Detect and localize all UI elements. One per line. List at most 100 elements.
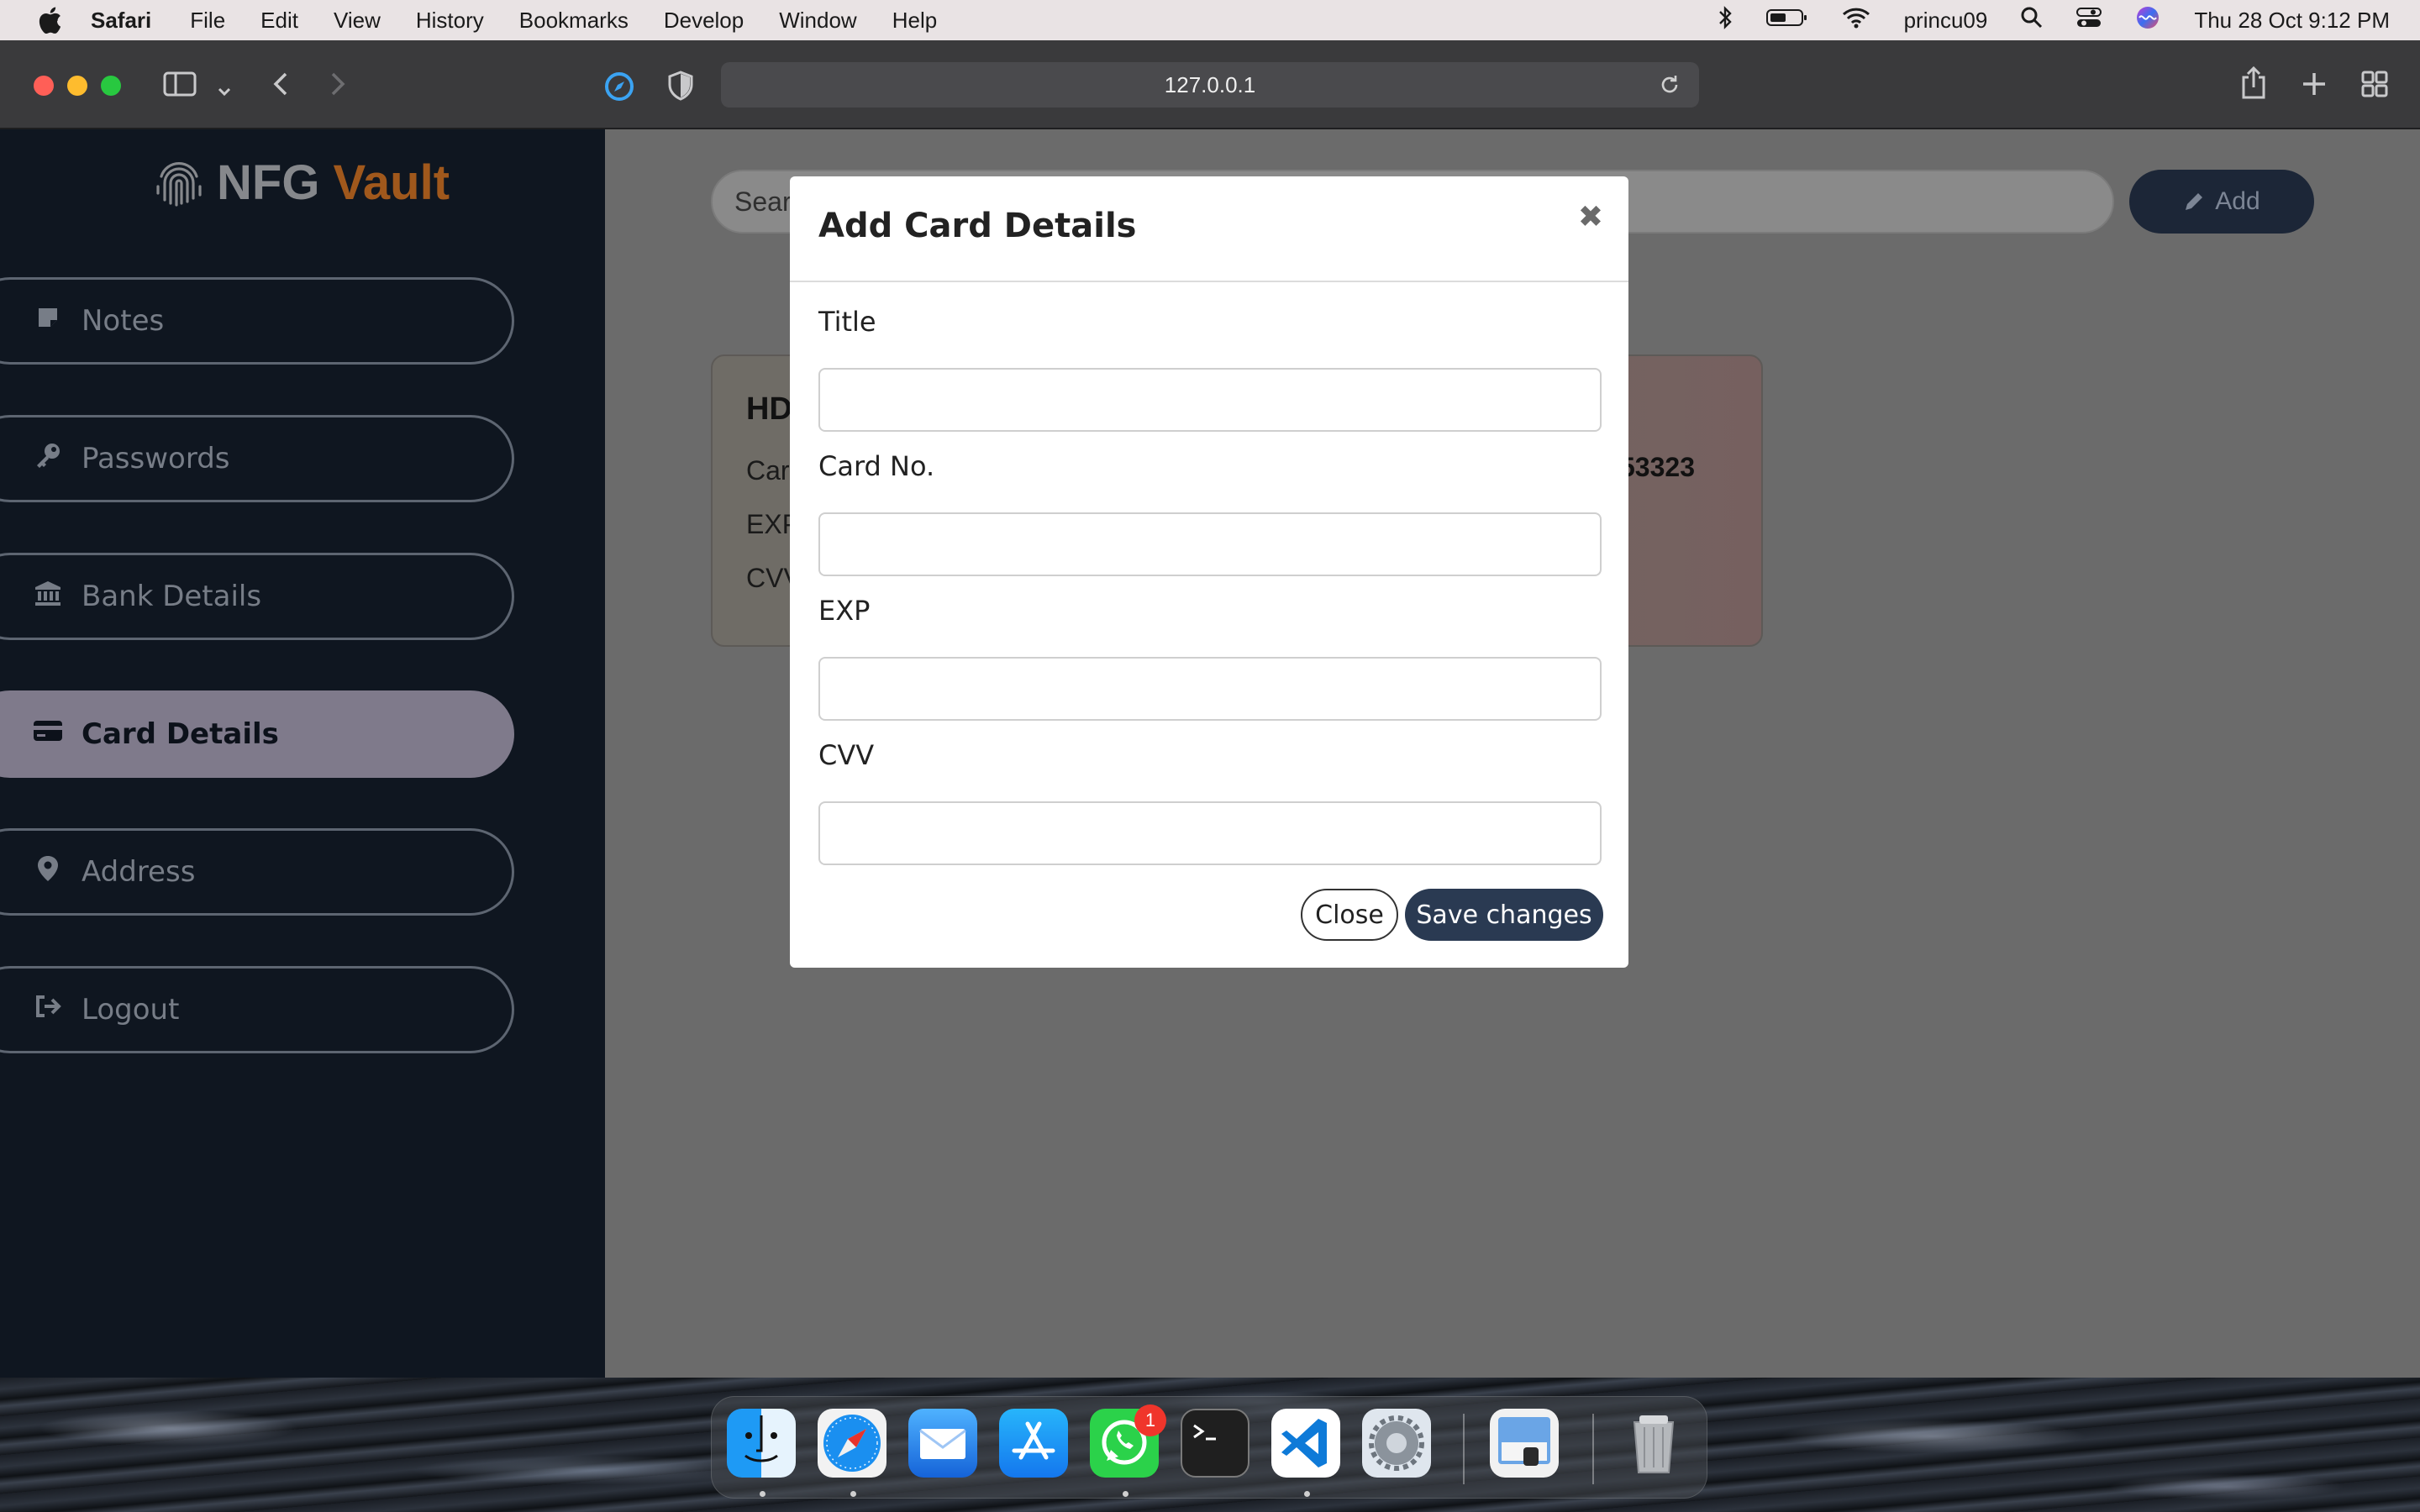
- dock-trash-icon[interactable]: [1619, 1409, 1688, 1478]
- new-tab-icon[interactable]: [2301, 71, 2328, 102]
- brand-logo[interactable]: NFG Vault: [155, 155, 450, 210]
- forward-icon[interactable]: [326, 71, 350, 102]
- sidebar-item-logout[interactable]: Logout: [0, 966, 514, 1053]
- address-bar[interactable]: 127.0.0.1: [721, 62, 1699, 108]
- dock-running-indicator: [850, 1491, 856, 1497]
- cvv-input[interactable]: [818, 801, 1602, 865]
- cvv-label: CVV: [818, 739, 875, 771]
- menu-help[interactable]: Help: [892, 8, 937, 34]
- menu-app-name[interactable]: Safari: [91, 8, 151, 34]
- menu-window[interactable]: Window: [779, 8, 856, 34]
- menu-bookmarks[interactable]: Bookmarks: [519, 8, 629, 34]
- window-close-button[interactable]: [34, 76, 54, 96]
- sidebar-item-passwords[interactable]: Passwords: [0, 415, 514, 502]
- dock-system-preferences-icon[interactable]: [1362, 1409, 1431, 1478]
- exp-input[interactable]: [818, 657, 1602, 721]
- close-button-label: Close: [1315, 900, 1384, 930]
- add-button-label: Add: [2215, 187, 2260, 215]
- window-maximize-button[interactable]: [101, 76, 121, 96]
- sidebar-item-label: Address: [82, 855, 196, 889]
- apple-logo-icon[interactable]: [37, 7, 62, 34]
- sidebar-toggle-icon[interactable]: [163, 71, 197, 102]
- close-icon[interactable]: ✖: [1578, 200, 1603, 234]
- save-changes-button[interactable]: Save changes: [1405, 889, 1603, 941]
- menu-file[interactable]: File: [190, 8, 225, 34]
- sidebar-item-label: Passwords: [82, 442, 230, 475]
- compass-icon[interactable]: [603, 71, 635, 108]
- dock-safari-icon[interactable]: [818, 1409, 886, 1478]
- sidebar-item-label: Bank Details: [82, 580, 262, 613]
- key-icon: [33, 442, 63, 475]
- menu-bar: Safari File Edit View History Bookmarks …: [0, 0, 2420, 40]
- dock-running-indicator: [760, 1491, 765, 1497]
- sidebar-item-bank-details[interactable]: Bank Details: [0, 553, 514, 640]
- sidebar-item-address[interactable]: Address: [0, 828, 514, 916]
- sidebar: NFG Vault Notes Passwords Bank Details C…: [0, 129, 605, 1391]
- exp-label: EXP: [818, 595, 871, 627]
- reload-icon[interactable]: [1659, 74, 1681, 102]
- notification-badge: 1: [1134, 1404, 1166, 1436]
- menu-view[interactable]: View: [334, 8, 381, 34]
- sidebar-item-notes[interactable]: Notes: [0, 277, 514, 365]
- card-title: HD: [746, 391, 792, 427]
- window-minimize-button[interactable]: [67, 76, 87, 96]
- web-page: NFG Vault Notes Passwords Bank Details C…: [0, 129, 2420, 1391]
- tab-overview-icon[interactable]: [2361, 71, 2388, 102]
- search-placeholder: Sear: [734, 186, 792, 217]
- pencil-icon: [2183, 191, 2205, 213]
- dock-separator: [1463, 1414, 1465, 1484]
- dock-running-indicator: [1304, 1491, 1310, 1497]
- bluetooth-icon[interactable]: [1718, 5, 1733, 35]
- sidebar-item-label: Notes: [82, 304, 165, 338]
- bank-icon: [33, 580, 63, 612]
- dock: [711, 1396, 1707, 1499]
- share-icon[interactable]: [2240, 66, 2267, 104]
- close-button[interactable]: Close: [1301, 889, 1398, 941]
- credit-card-icon: [33, 719, 63, 749]
- battery-icon[interactable]: [1765, 8, 1808, 34]
- modal-header: Add Card Details ✖: [790, 176, 1628, 282]
- card-number-input[interactable]: [818, 512, 1602, 576]
- dock-preview-icon[interactable]: [1490, 1409, 1559, 1478]
- card-number-field-label: Card No.: [818, 450, 935, 482]
- menu-edit[interactable]: Edit: [260, 8, 298, 34]
- menu-history[interactable]: History: [416, 8, 484, 34]
- control-center-icon[interactable]: [2076, 7, 2102, 34]
- dock-app-store-icon[interactable]: [999, 1409, 1068, 1478]
- browser-toolbar: 127.0.0.1: [0, 40, 2420, 129]
- dock-vscode-icon[interactable]: [1271, 1409, 1340, 1478]
- menu-clock[interactable]: Thu 28 Oct 9:12 PM: [2194, 8, 2390, 34]
- status-tray: princu09 Thu 28 Oct 9:12 PM: [1684, 0, 2390, 40]
- title-input[interactable]: [818, 368, 1602, 432]
- wifi-icon[interactable]: [1842, 7, 1870, 34]
- spotlight-search-icon[interactable]: [2021, 7, 2043, 34]
- siri-icon[interactable]: [2135, 5, 2160, 36]
- card-number-label: Car: [746, 455, 790, 486]
- fingerprint-icon: [156, 162, 202, 207]
- dock-finder-icon[interactable]: [727, 1409, 796, 1478]
- dock-terminal-icon[interactable]: [1181, 1409, 1249, 1478]
- modal-title: Add Card Details: [818, 207, 1137, 245]
- menu-develop[interactable]: Develop: [664, 8, 744, 34]
- privacy-shield-icon[interactable]: [667, 71, 694, 106]
- address-url: 127.0.0.1: [1164, 71, 1256, 97]
- dock-mail-icon[interactable]: [908, 1409, 977, 1478]
- sidebar-item-card-details[interactable]: Card Details: [0, 690, 514, 778]
- add-button[interactable]: Add: [2129, 170, 2314, 234]
- safari-window: 127.0.0.1 NFG Vault Notes Passwords Bank…: [0, 40, 2420, 1391]
- sidebar-item-label: Card Details: [82, 717, 279, 751]
- dock-separator: [1592, 1414, 1594, 1484]
- brand-name: NFG: [217, 155, 320, 210]
- menu-user-name[interactable]: princu09: [1904, 8, 1988, 34]
- dock-running-indicator: [1123, 1491, 1128, 1497]
- note-icon: [33, 306, 63, 336]
- back-icon[interactable]: [269, 71, 292, 102]
- save-button-label: Save changes: [1416, 900, 1592, 930]
- logout-icon: [33, 995, 63, 1025]
- add-card-modal: Add Card Details ✖ Title Card No. EXP CV…: [790, 176, 1628, 968]
- map-pin-icon: [33, 855, 63, 889]
- title-label: Title: [818, 306, 876, 338]
- sidebar-item-label: Logout: [82, 993, 180, 1026]
- card-number-value: 53323: [1620, 452, 1695, 482]
- chevron-down-icon[interactable]: [217, 76, 232, 104]
